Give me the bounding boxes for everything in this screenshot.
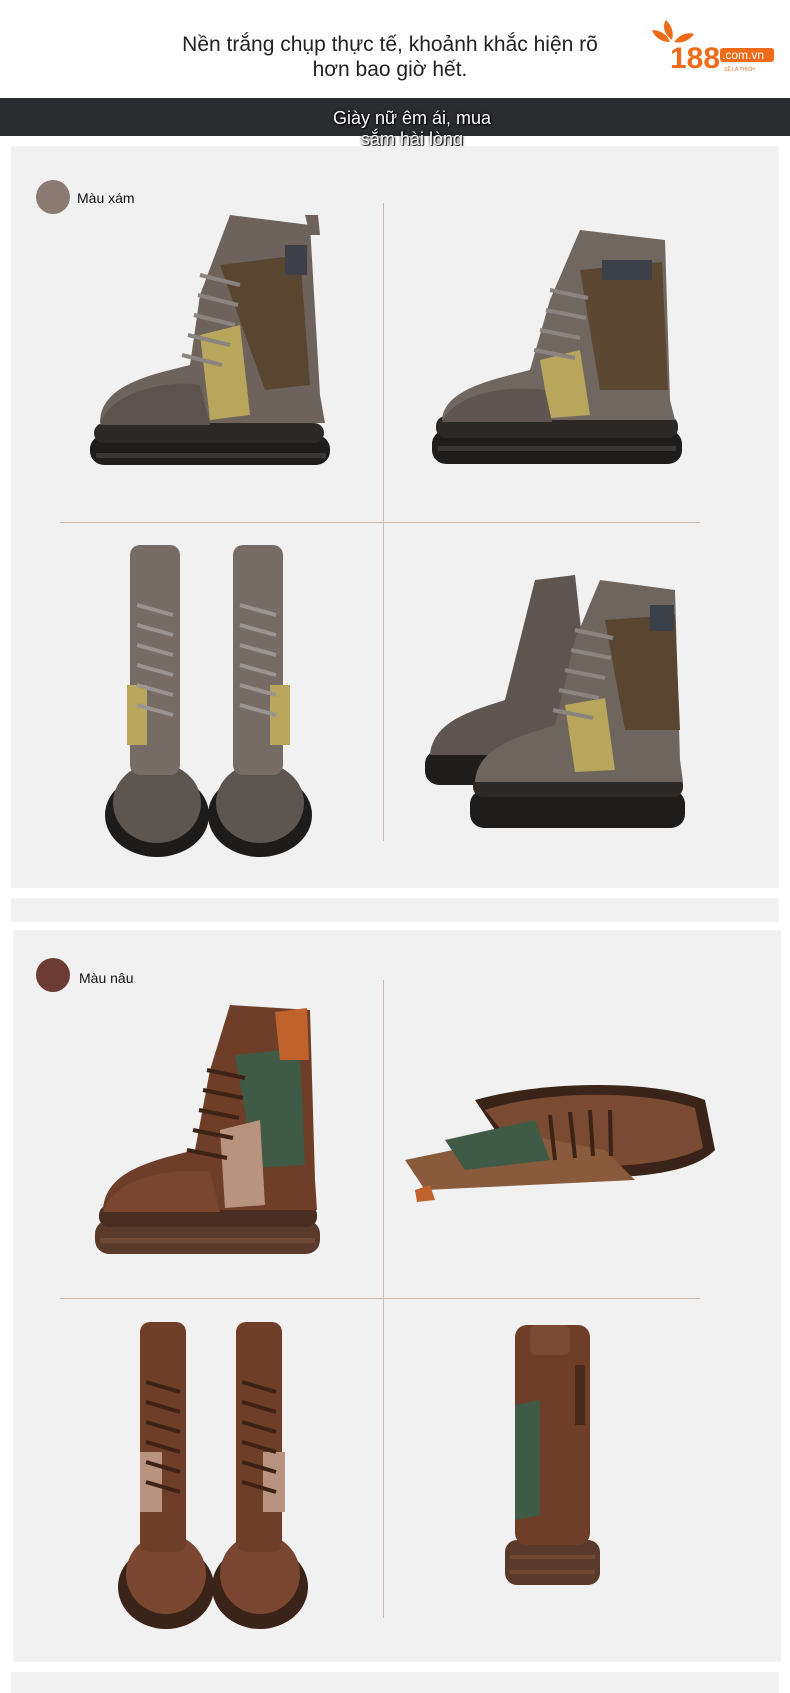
boot-image-brown-front-pair[interactable] [118,1322,308,1632]
section-separator [11,898,779,922]
header-caption-line2: hơn bao giờ hết. [312,58,468,81]
boot-right [208,545,312,857]
grid-divider-horizontal [60,1298,700,1299]
brand-logo[interactable]: 188 .com.vn SẼ LÀ THÍCH [650,20,775,75]
color-label-grey: Màu xám [77,190,135,206]
boot-image-brown-side-left[interactable] [95,1000,330,1275]
boot-left [105,545,209,857]
section-separator [11,1672,779,1693]
boot-image-grey-front-pair[interactable] [105,545,315,860]
boot-right [212,1322,308,1629]
color-swatch-brown[interactable] [36,958,70,992]
boot-image-grey-side-right[interactable] [430,230,685,480]
color-label-brown: Màu nâu [79,970,134,986]
header-caption: Nền trắng chụp thực tế, khoảnh khắc hiện… [150,32,630,82]
boot-image-brown-lying[interactable] [405,1080,715,1210]
logo-tagline: SẼ LÀ THÍCH [724,66,755,73]
grid-divider-vertical [383,980,384,1618]
boot-image-grey-side-left[interactable] [90,215,335,495]
logo-number: 188 [670,42,720,75]
boot-image-brown-back[interactable] [500,1325,605,1605]
page-header: Nền trắng chụp thực tế, khoảnh khắc hiện… [0,0,790,98]
banner-caption-line1: Giày nữ êm ái, mua [332,108,492,128]
logo-domain: .com.vn [722,48,764,62]
grid-divider-horizontal [60,522,700,523]
boot-image-grey-angle-pair[interactable] [425,560,690,835]
header-caption-line1: Nền trắng chụp thực tế, khoảnh khắc hiện… [182,33,598,56]
leaf-icon [652,20,694,43]
boot-left [118,1322,214,1629]
banner-caption: Giày nữ êm ái, mua sắm hài lòng [312,108,512,150]
color-swatch-grey[interactable] [36,180,70,214]
